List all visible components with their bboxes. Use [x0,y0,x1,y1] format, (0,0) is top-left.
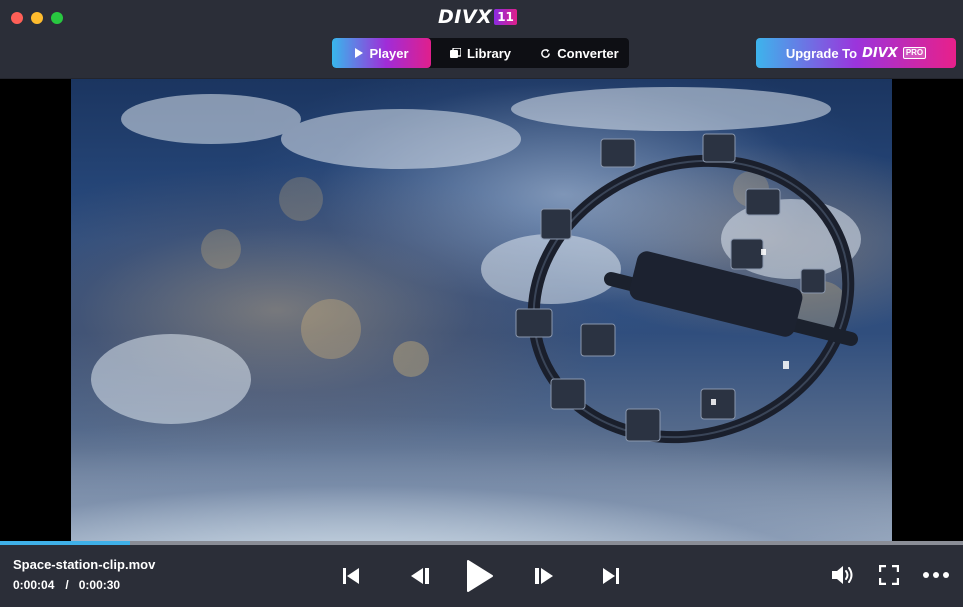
tab-converter-label: Converter [557,45,619,61]
skip-to-end-icon[interactable] [602,567,620,585]
play-icon [355,48,364,58]
skip-to-start-icon[interactable] [342,567,360,585]
step-back-icon[interactable] [410,567,430,585]
close-window-button[interactable] [11,12,23,24]
refresh-icon [541,48,551,58]
library-icon [449,48,461,58]
logo-version-badge: 11 [494,9,517,25]
upgrade-pro-badge: PRO [902,47,927,59]
duration-time: 0:00:30 [78,578,121,592]
video-frame[interactable] [71,79,892,541]
upgrade-label: Upgrade To [785,45,858,61]
upgrade-brand: DIVX [862,45,898,61]
logo-word: DIVX [438,6,493,28]
window-controls [11,12,63,24]
tab-library-label: Library [466,45,512,61]
video-area[interactable] [0,79,963,541]
time-display: 0:00:04 / 0:00:30 [13,578,120,592]
volume-icon[interactable] [831,564,856,586]
maximize-window-button[interactable] [51,12,63,24]
space-station-scene [91,87,861,444]
minimize-window-button[interactable] [31,12,43,24]
tab-converter[interactable]: Converter [530,38,629,68]
tab-player[interactable]: Player [332,38,431,68]
fullscreen-icon[interactable] [879,565,899,585]
upgrade-button[interactable]: Upgrade To DIVX PRO [756,38,956,68]
time-separator: / [65,578,69,592]
play-button[interactable] [466,559,494,593]
app-header: DIVX 11 Player Library Converter Upgrade… [0,0,963,79]
playback-controls: Space-station-clip.mov 0:00:04 / 0:00:30 [0,545,963,607]
tab-player-label: Player [369,45,409,61]
more-icon[interactable] [922,571,950,579]
file-name: Space-station-clip.mov [13,557,156,572]
current-time: 0:00:04 [13,578,55,592]
main-tabs: Player Library Converter [332,38,629,68]
step-forward-icon[interactable] [534,567,554,585]
app-logo: DIVX 11 [438,7,517,27]
tab-library[interactable]: Library [431,38,530,68]
